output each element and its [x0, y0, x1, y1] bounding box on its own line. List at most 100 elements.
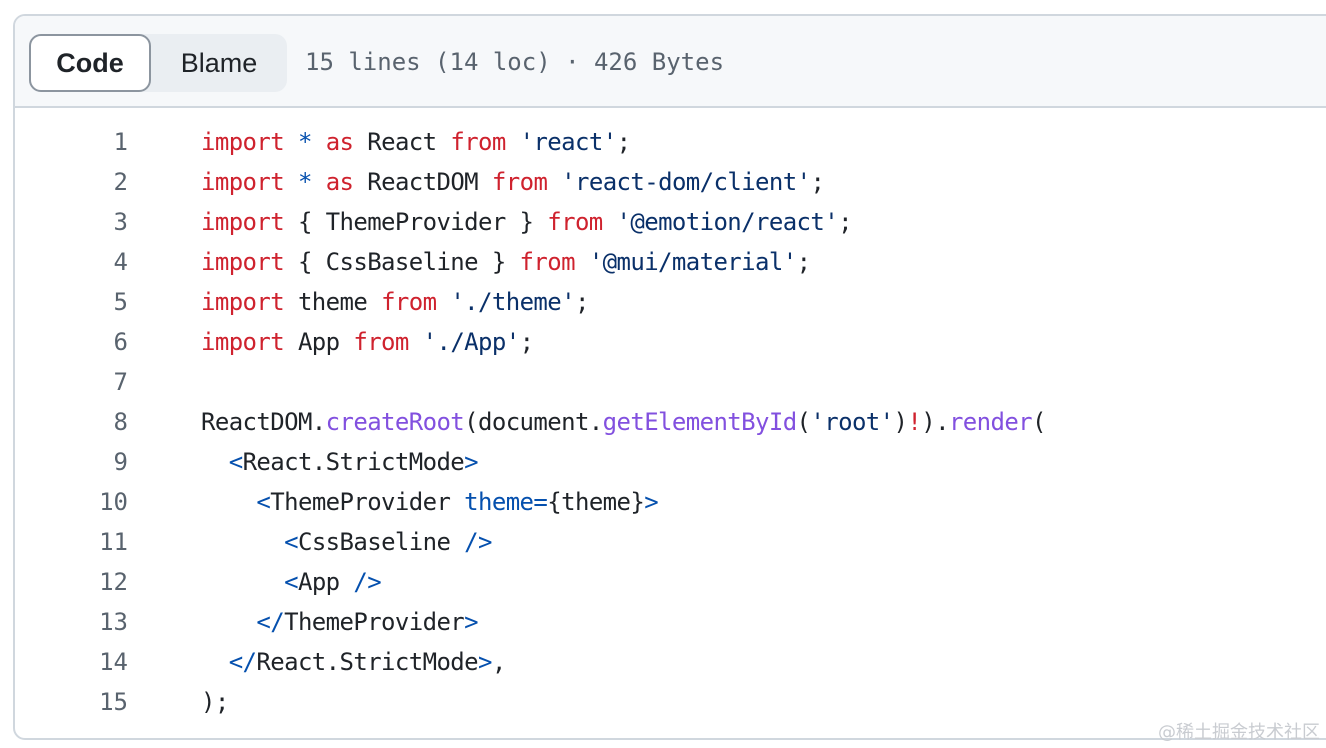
line-number[interactable]: 14 [15, 642, 128, 682]
code-token: ; [616, 128, 631, 156]
code-token: ThemeProvider [270, 488, 465, 516]
line-number[interactable]: 9 [15, 442, 128, 482]
code-token: ReactDOM. [201, 408, 326, 436]
code-token: './App' [422, 328, 521, 356]
line-number[interactable]: 12 [15, 562, 128, 602]
code-token: import [201, 288, 285, 316]
line-code: </ThemeProvider> [201, 602, 478, 642]
code-token: > [464, 608, 479, 636]
code-line: 15); [15, 682, 1326, 722]
code-token: ). [921, 408, 949, 436]
code-token: > [644, 488, 659, 516]
code-line: 7 [15, 362, 1326, 402]
code-token: from [491, 168, 548, 196]
code-line: 13 </ThemeProvider> [15, 602, 1326, 642]
code-token: CssBaseline [297, 528, 465, 556]
line-code: </React.StrictMode>, [201, 642, 507, 682]
code-token: createRoot [325, 408, 465, 436]
code-token: * [297, 128, 312, 156]
code-token: ReactDOM [353, 168, 492, 196]
code-line: 6 import App from './App'; [15, 322, 1326, 362]
watermark: @稀土掘金技术社区 [1158, 722, 1320, 743]
code-body: 1 import * as React from 'react'; 2 import … [15, 122, 1326, 722]
code-token: < [228, 448, 243, 476]
file-info: 15 lines (14 loc) · 426 Bytes [305, 48, 725, 76]
code-token: > [464, 448, 479, 476]
code-token: </ [256, 608, 285, 636]
line-number[interactable]: 7 [15, 362, 128, 402]
code-token: from [519, 248, 576, 276]
code-token: '@mui/material' [588, 248, 797, 276]
view-mode-switch: Code Blame [29, 34, 287, 92]
line-code: import * as ReactDOM from 'react-dom/cli… [201, 162, 825, 202]
line-number[interactable]: 11 [15, 522, 128, 562]
line-code: <App /> [201, 562, 382, 602]
line-number[interactable]: 3 [15, 202, 128, 242]
code-token: = [533, 488, 548, 516]
line-number[interactable]: 5 [15, 282, 128, 322]
code-token: ) [893, 408, 908, 436]
line-number[interactable]: 6 [15, 322, 128, 362]
code-token: {theme} [547, 488, 645, 516]
line-number[interactable]: 1 [15, 122, 128, 162]
code-line: 12 <App /> [15, 562, 1326, 602]
code-token: < [256, 488, 271, 516]
code-token: import [201, 128, 285, 156]
code-line: 8 ReactDOM.createRoot(document.getElement… [15, 402, 1326, 442]
code-token: from [353, 328, 409, 356]
code-token: App [284, 328, 354, 356]
line-code: import { ThemeProvider } from '@emotion/… [201, 202, 853, 242]
line-number[interactable]: 15 [15, 682, 128, 722]
line-number[interactable]: 4 [15, 242, 128, 282]
code-token: React.StrictMode [242, 448, 465, 476]
line-code: <React.StrictMode> [201, 442, 479, 482]
line-code: ); [201, 682, 229, 722]
code-token: ; [796, 248, 811, 276]
code-token: React.StrictMode [256, 648, 478, 676]
code-token: </ [228, 648, 257, 676]
line-code: <ThemeProvider theme={theme}> [201, 482, 658, 522]
code-token: ; [519, 328, 534, 356]
line-number[interactable]: 2 [15, 162, 128, 202]
line-code: import theme from './theme'; [201, 282, 589, 322]
code-line: 14 </React.StrictMode>, [15, 642, 1326, 682]
code-tab[interactable]: Code [29, 34, 151, 92]
code-token: /> [464, 528, 492, 556]
code-token: * [297, 168, 312, 196]
code-line: 4 import { CssBaseline } from '@mui/mater… [15, 242, 1326, 282]
blame-tab[interactable]: Blame [151, 34, 287, 92]
code-token: ; [838, 208, 852, 236]
line-code: import App from './App'; [201, 322, 534, 362]
code-token: /> [353, 568, 382, 596]
line-number[interactable]: 8 [15, 402, 128, 442]
code-token: App [297, 568, 354, 596]
code-line: 1 import * as React from 'react'; [15, 122, 1326, 162]
code-token: ! [907, 408, 922, 436]
code-line: 5 import theme from './theme'; [15, 282, 1326, 322]
code-token: import [201, 248, 285, 276]
code-token: from [381, 288, 437, 316]
code-token: ; [574, 288, 589, 316]
code-token: ( [1032, 408, 1046, 436]
line-number[interactable]: 10 [15, 482, 128, 522]
code-token: , [491, 648, 506, 676]
code-token: < [284, 568, 298, 596]
code-token: render [948, 408, 1033, 436]
line-code: import * as React from 'react'; [201, 122, 631, 162]
code-line: 9 <React.StrictMode> [15, 442, 1326, 482]
code-token: React [353, 128, 451, 156]
line-number[interactable]: 13 [15, 602, 128, 642]
